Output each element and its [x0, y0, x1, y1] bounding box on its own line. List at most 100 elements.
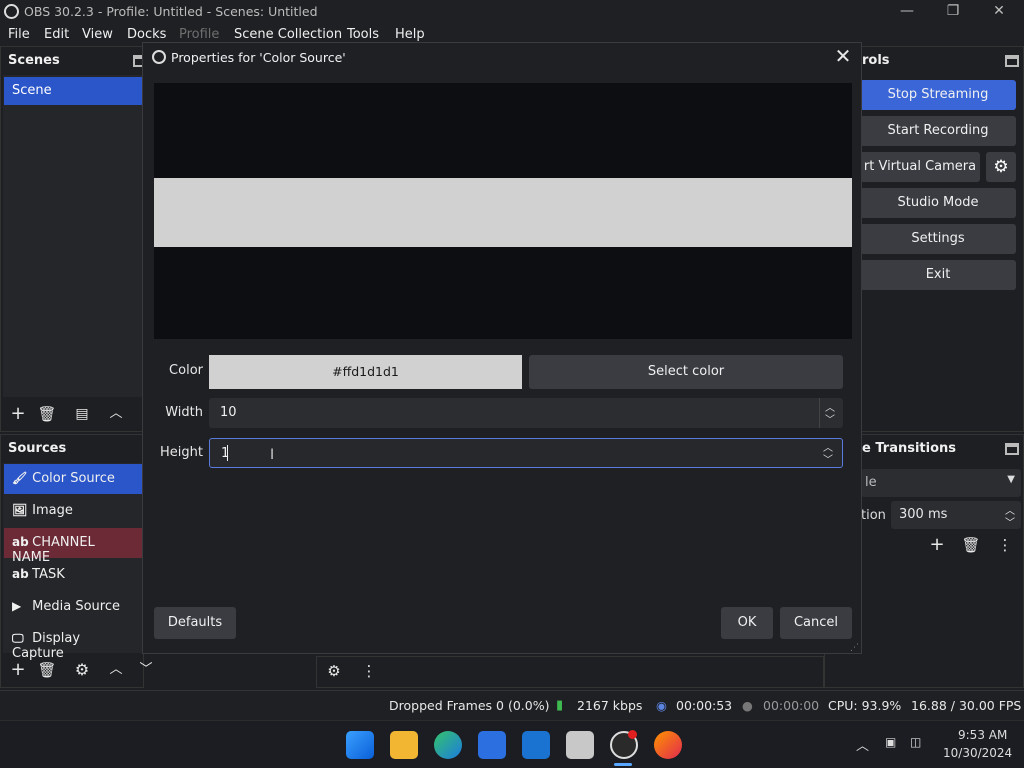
windows-start-icon[interactable]	[346, 731, 374, 759]
studio-mode-button[interactable]: Studio Mode	[860, 188, 1016, 218]
brush-icon: 🖌	[12, 471, 28, 485]
menu-docks[interactable]: Docks	[127, 27, 166, 42]
height-label: Height	[160, 445, 203, 460]
properties-dialog: Properties for 'Color Source' ✕ Color #f…	[142, 42, 862, 654]
add-scene-icon[interactable]: +	[6, 403, 30, 427]
more-options-icon[interactable]: ⋮	[993, 534, 1017, 558]
chevron-down-icon[interactable]: ﹀	[823, 451, 833, 466]
outlook-icon[interactable]	[522, 731, 550, 759]
source-preview	[154, 83, 852, 339]
select-color-button[interactable]: Select color	[529, 355, 843, 389]
source-label: Color Source	[32, 471, 115, 486]
stream-icon: ◉	[656, 698, 667, 713]
maximize-button[interactable]: ❐	[930, 2, 976, 22]
move-up-icon[interactable]: ︿	[104, 659, 128, 683]
chevron-down-icon[interactable]: ﹀	[1005, 514, 1015, 529]
virtual-camera-settings-icon[interactable]: ⚙	[986, 152, 1016, 182]
status-bar: Dropped Frames 0 (0.0%) ▮ 2167 kbps ◉ 00…	[0, 690, 1024, 720]
source-label: TASK	[32, 567, 65, 582]
chevron-up-icon[interactable]: ︿	[856, 735, 869, 754]
menu-profile[interactable]: Profile	[179, 27, 219, 42]
play-icon: ▶	[12, 599, 22, 613]
dock-float-icon[interactable]	[1005, 443, 1019, 455]
duration-spinbox[interactable]: 300 ms ︿ ﹀	[891, 501, 1021, 529]
exit-button[interactable]: Exit	[860, 260, 1016, 290]
height-value: 1	[221, 446, 230, 461]
network-icon[interactable]: ▣	[885, 735, 896, 749]
move-down-icon[interactable]: ﹀	[134, 659, 158, 683]
resize-grip-icon[interactable]: ⋰	[850, 643, 859, 653]
scene-item[interactable]: Scene	[4, 77, 142, 105]
gear-icon[interactable]: ⚙	[70, 659, 94, 683]
store-icon[interactable]	[478, 731, 506, 759]
record-time: 00:00:00	[763, 698, 820, 713]
chevron-down-icon[interactable]: ﹀	[825, 411, 835, 426]
move-up-icon[interactable]: ︿	[104, 403, 128, 427]
height-spin-arrows: ︿ ﹀	[818, 439, 842, 469]
start-recording-button[interactable]: Start Recording	[860, 116, 1016, 146]
menu-edit[interactable]: Edit	[44, 27, 69, 42]
height-spinbox[interactable]: 1 Ⅰ ︿ ﹀	[209, 438, 843, 468]
duration-label: tion	[861, 508, 886, 523]
source-item-image[interactable]: 🖼 Image	[4, 496, 142, 526]
transitions-title: e Transitions	[862, 441, 957, 456]
record-icon: ●	[742, 698, 753, 713]
menu-view[interactable]: View	[82, 27, 113, 42]
source-item-task[interactable]: ab TASK	[4, 560, 142, 590]
remove-transition-icon[interactable]: 🗑	[959, 534, 983, 558]
controls-title: rols	[862, 53, 890, 68]
text-cursor	[227, 445, 228, 461]
edge-icon[interactable]	[434, 731, 462, 759]
menu-help[interactable]: Help	[395, 27, 425, 42]
width-spin-arrows: ︿ ﹀	[819, 398, 843, 428]
transition-select[interactable]: le ▼	[861, 469, 1021, 497]
menu-tools[interactable]: Tools	[347, 27, 379, 42]
duration-value: 300 ms	[899, 507, 948, 522]
color-preview-bar	[154, 178, 852, 247]
title-bar: OBS 30.2.3 - Profile: Untitled - Scenes:…	[0, 0, 1024, 24]
more-options-icon[interactable]: ⋮	[357, 660, 381, 684]
active-indicator	[614, 763, 632, 766]
signal-bars-icon: ▮	[556, 698, 564, 713]
battery-icon[interactable]: ◫	[910, 735, 921, 749]
text-icon: ab	[12, 567, 29, 581]
settings-button[interactable]: Settings	[860, 224, 1016, 254]
dropped-frames: Dropped Frames 0 (0.0%)	[389, 698, 550, 713]
minimize-button[interactable]: —	[884, 2, 930, 22]
advanced-audio-icon[interactable]: ⚙	[322, 660, 346, 684]
cpu-usage: CPU: 93.9%	[828, 698, 902, 713]
remove-scene-icon[interactable]: 🗑	[35, 403, 59, 427]
menu-file[interactable]: File	[8, 27, 30, 42]
source-label: Image	[32, 503, 73, 518]
obs-logo-icon	[152, 50, 166, 64]
source-label: Media Source	[32, 599, 120, 614]
close-icon[interactable]: ✕	[831, 45, 855, 69]
menu-scene-collection[interactable]: Scene Collection	[234, 27, 342, 42]
clock-time[interactable]: 9:53 AM	[958, 728, 1007, 742]
package-icon[interactable]	[566, 731, 594, 759]
defaults-button[interactable]: Defaults	[154, 607, 236, 639]
remove-source-icon[interactable]: 🗑	[35, 659, 59, 683]
firefox-icon[interactable]	[654, 731, 682, 759]
mixer-toolbar: ⚙ ⋮	[316, 656, 824, 688]
file-explorer-icon[interactable]	[390, 731, 418, 759]
width-spinbox[interactable]: 10 ︿ ﹀	[209, 398, 843, 428]
source-item-display-capture[interactable]: 🖵 Display Capture	[4, 624, 142, 661]
dock-float-icon[interactable]	[1005, 55, 1019, 67]
close-window-button[interactable]: ✕	[976, 2, 1022, 22]
stop-streaming-button[interactable]: Stop Streaming	[860, 80, 1016, 110]
virtual-camera-button[interactable]: rt Virtual Camera	[860, 152, 980, 182]
dialog-title: Properties for 'Color Source'	[171, 50, 346, 65]
source-item-channel-name[interactable]: ab CHANNEL NAME	[4, 528, 142, 565]
add-transition-icon[interactable]: +	[925, 534, 949, 558]
source-item-media-source[interactable]: ▶ Media Source	[4, 592, 142, 622]
add-source-icon[interactable]: +	[6, 659, 30, 683]
ok-button[interactable]: OK	[721, 607, 773, 639]
scenes-title: Scenes	[8, 53, 60, 68]
width-label: Width	[165, 405, 203, 420]
filter-icon[interactable]: ▤	[70, 403, 94, 427]
source-item-color-source[interactable]: 🖌 Color Source	[4, 464, 142, 494]
fps: 16.88 / 30.00 FPS	[911, 698, 1022, 713]
clock-date[interactable]: 10/30/2024	[943, 746, 1012, 760]
cancel-button[interactable]: Cancel	[780, 607, 852, 639]
